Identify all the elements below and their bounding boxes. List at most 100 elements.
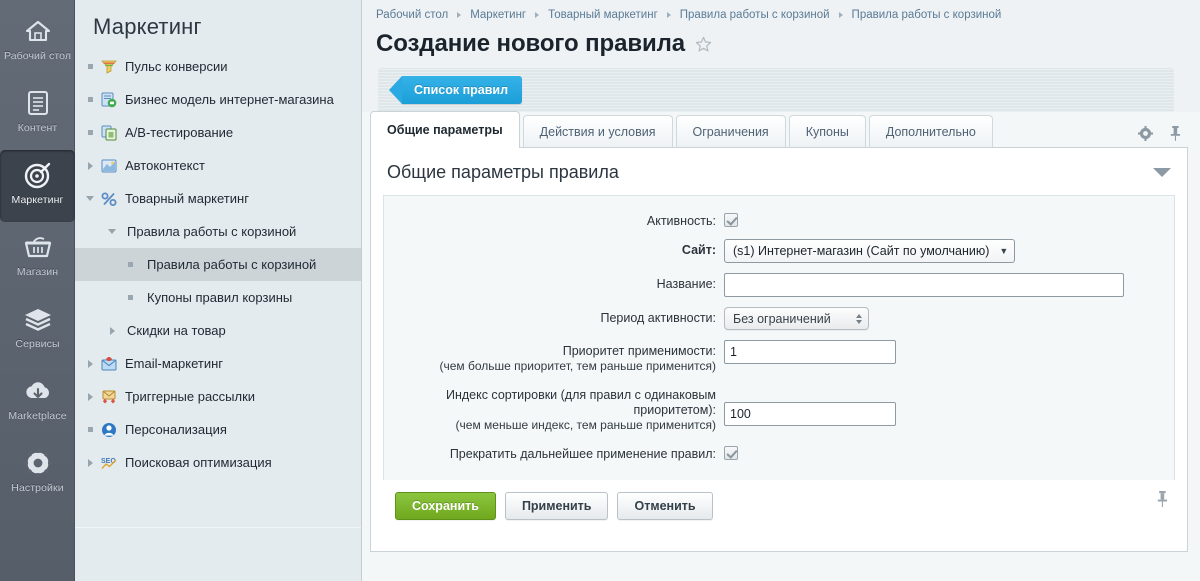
cancel-button-label: Отменить: [634, 499, 696, 513]
tree-item-product-discounts[interactable]: Скидки на товар: [75, 314, 361, 347]
chevron-down-icon[interactable]: [83, 192, 97, 206]
business-model-icon: [99, 91, 119, 108]
sort-index-input[interactable]: [724, 402, 896, 426]
rail-item-label: Маркетинг: [11, 194, 64, 206]
chevron-right-icon[interactable]: [83, 456, 97, 470]
tree-item-label: Купоны правил корзины: [147, 290, 293, 305]
tree-item-label: Товарный маркетинг: [125, 191, 249, 206]
rail-item-services[interactable]: Сервисы: [0, 294, 75, 366]
tab-additional[interactable]: Дополнительно: [868, 115, 993, 147]
gear-icon[interactable]: [1138, 125, 1153, 141]
rail-item-marketplace[interactable]: Marketplace: [0, 366, 75, 438]
tab-restrictions[interactable]: Ограничения: [675, 115, 786, 147]
star-icon[interactable]: [695, 36, 712, 53]
save-button-label: Сохранить: [412, 499, 479, 513]
tree-item-cart-rules-group[interactable]: Правила работы с корзиной: [75, 215, 361, 248]
breadcrumb-item-4[interactable]: Правила работы с корзиной: [852, 9, 1002, 21]
app-root: Рабочий стол Контент Маркетинг Магазин С…: [0, 0, 1200, 581]
tree-item-cart-rules[interactable]: Правила работы с корзиной: [75, 248, 361, 281]
tree-item-personalization[interactable]: Персонализация: [75, 413, 361, 446]
tab-bar-actions: [1138, 125, 1188, 147]
apply-button[interactable]: Применить: [504, 492, 609, 520]
chevron-right-icon[interactable]: [83, 159, 97, 173]
page-title-row: Создание нового правила: [370, 30, 1186, 68]
page-header-zone: Рабочий стол Маркетинг Товарный маркетин…: [362, 0, 1200, 112]
site-label: Сайт:: [384, 239, 724, 258]
cancel-button[interactable]: Отменить: [617, 492, 713, 520]
tree-item-seo[interactable]: SEO Поисковая оптимизация: [75, 446, 361, 479]
site-select[interactable]: (s1) Интернет-магазин (Сайт по умолчанию…: [724, 239, 1016, 263]
email-icon: [99, 355, 119, 372]
rules-list-button[interactable]: Список правил: [388, 76, 523, 104]
chevron-down-icon[interactable]: [105, 225, 119, 239]
field-row-site: Сайт: (s1) Интернет-магазин (Сайт по умо…: [384, 239, 1174, 263]
bullet-icon: [83, 60, 97, 74]
primary-nav-rail: Рабочий стол Контент Маркетинг Магазин С…: [0, 0, 75, 581]
chart-image-icon: [99, 157, 119, 174]
tree-item-email-marketing[interactable]: Email-маркетинг: [75, 347, 361, 380]
priority-input[interactable]: [724, 340, 896, 364]
save-button[interactable]: Сохранить: [395, 492, 496, 520]
tree-item-autocontext[interactable]: Автоконтекст: [75, 149, 361, 182]
period-select[interactable]: Без ограничений: [724, 307, 869, 330]
seo-icon: SEO: [99, 454, 119, 471]
period-control: Без ограничений: [724, 307, 1174, 330]
page-title: Создание нового правила: [376, 30, 686, 57]
field-row-name: Название:: [384, 273, 1174, 297]
rail-item-marketing[interactable]: Маркетинг: [0, 150, 75, 222]
chevron-down-icon[interactable]: [1153, 168, 1171, 177]
tree-item-trigger-mailings[interactable]: Триггерные рассылки: [75, 380, 361, 413]
pin-icon[interactable]: [1156, 490, 1169, 508]
tree-item-ab-testing[interactable]: A/B-тестирование: [75, 116, 361, 149]
chevron-right-icon[interactable]: [105, 324, 119, 338]
tab-general-parameters[interactable]: Общие параметры: [370, 111, 520, 148]
tree-item-label: Триггерные рассылки: [125, 389, 256, 404]
stop-further-label: Прекратить дальнейшее применение правил:: [449, 447, 716, 461]
rail-item-content[interactable]: Контент: [0, 78, 75, 150]
activity-control: [724, 210, 1174, 228]
tree-item-product-marketing[interactable]: Товарный маркетинг: [75, 182, 361, 215]
period-select-value: Без ограничений: [733, 311, 831, 326]
pin-icon[interactable]: [1169, 125, 1182, 141]
chevron-right-icon[interactable]: [83, 390, 97, 404]
breadcrumb-item-1[interactable]: Маркетинг: [470, 9, 526, 21]
tree-panel-divider: [75, 527, 361, 528]
rail-item-desktop[interactable]: Рабочий стол: [0, 6, 75, 78]
priority-control: [724, 340, 1174, 364]
sort-index-hint: (чем меньше индекс, тем раньше применитс…: [455, 418, 716, 432]
tree-panel-title: Маркетинг: [93, 14, 202, 39]
name-input[interactable]: [724, 273, 1124, 297]
chevron-right-icon[interactable]: [83, 357, 97, 371]
general-parameters-form: Активность: Сайт: (s1) Интернет-магазин …: [383, 195, 1175, 480]
tab-label: Купоны: [805, 124, 849, 139]
breadcrumb-item-3[interactable]: Правила работы с корзиной: [680, 9, 830, 21]
tree-item-business-model[interactable]: Бизнес модель интернет-магазина: [75, 83, 361, 116]
priority-label: Приоритет применимости: (чем больше прио…: [384, 340, 724, 374]
sort-index-label: Индекс сортировки (для правил с одинаков…: [384, 384, 724, 433]
ab-test-icon: [99, 124, 119, 141]
rail-item-settings[interactable]: Настройки: [0, 438, 75, 510]
breadcrumb: Рабочий стол Маркетинг Товарный маркетин…: [370, 0, 1186, 30]
rail-item-label: Сервисы: [15, 338, 60, 350]
field-row-period: Период активности: Без ограничений: [384, 307, 1174, 330]
tree-item-label: Персонализация: [125, 422, 227, 437]
site-select-value: (s1) Интернет-магазин (Сайт по умолчанию…: [733, 244, 990, 258]
rail-item-label: Магазин: [16, 266, 59, 278]
breadcrumb-item-2[interactable]: Товарный маркетинг: [548, 9, 658, 21]
tab-bar: Общие параметры Действия и условия Огран…: [370, 111, 1188, 148]
tree-item-conversion-pulse[interactable]: Пульс конверсии: [75, 50, 361, 83]
priority-hint: (чем больше приоритет, тем раньше примен…: [439, 359, 716, 373]
stop-further-checkbox[interactable]: [724, 446, 738, 461]
activity-checkbox[interactable]: [724, 213, 738, 228]
tree-item-cart-rule-coupons[interactable]: Купоны правил корзины: [75, 281, 361, 314]
rail-item-shop[interactable]: Магазин: [0, 222, 75, 294]
tab-label: Действия и условия: [539, 124, 656, 139]
breadcrumb-separator-icon: [535, 12, 540, 18]
tab-coupons[interactable]: Купоны: [788, 115, 866, 147]
cloud-download-icon: [21, 375, 55, 407]
breadcrumb-item-0[interactable]: Рабочий стол: [376, 9, 448, 21]
tree-list: Пульс конверсии Бизнес модель интернет-м…: [75, 50, 361, 479]
bullet-icon: [83, 423, 97, 437]
gear-icon: [21, 447, 55, 479]
tab-actions-conditions[interactable]: Действия и условия: [522, 115, 673, 147]
